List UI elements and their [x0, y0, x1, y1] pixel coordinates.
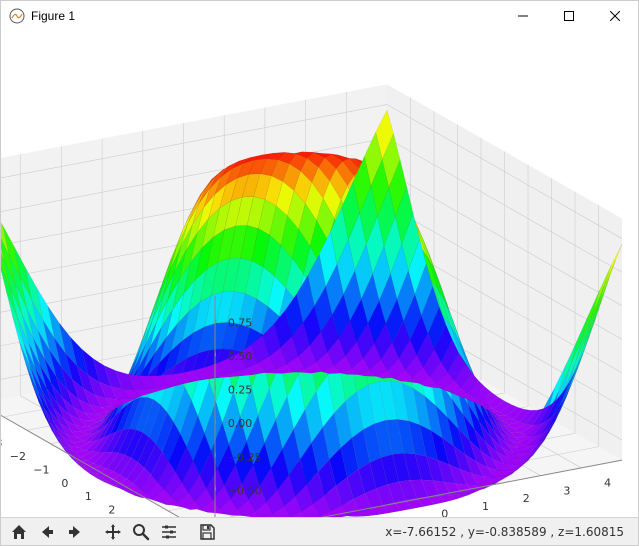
plot-canvas[interactable]: −4−3−2−101234−4−3−2−101234−0.75−0.50−0.2… — [1, 31, 638, 517]
zoom-button[interactable] — [128, 520, 154, 544]
minimize-button[interactable] — [500, 1, 546, 31]
svg-text:1: 1 — [482, 500, 489, 513]
svg-text:−2: −2 — [10, 450, 26, 463]
svg-text:0.75: 0.75 — [228, 317, 253, 330]
maximize-button[interactable] — [546, 1, 592, 31]
pan-button[interactable] — [100, 520, 126, 544]
back-button[interactable] — [34, 520, 60, 544]
home-button[interactable] — [6, 520, 32, 544]
window-controls — [500, 1, 638, 31]
svg-text:2: 2 — [108, 504, 115, 517]
svg-text:3: 3 — [563, 484, 570, 497]
close-button[interactable] — [592, 1, 638, 31]
svg-text:0: 0 — [61, 477, 68, 490]
window-titlebar: Figure 1 — [1, 1, 638, 31]
svg-text:2: 2 — [523, 492, 530, 505]
svg-text:4: 4 — [604, 477, 611, 490]
svg-text:1: 1 — [85, 490, 92, 503]
forward-button[interactable] — [62, 520, 88, 544]
app-icon — [9, 8, 25, 24]
svg-text:−3: −3 — [1, 436, 3, 449]
window-title: Figure 1 — [31, 9, 500, 23]
svg-text:−1: −1 — [33, 463, 49, 476]
save-button[interactable] — [194, 520, 220, 544]
configure-button[interactable] — [156, 520, 182, 544]
svg-text:−0.50: −0.50 — [228, 484, 262, 497]
svg-text:0.00: 0.00 — [228, 417, 253, 430]
svg-text:0.25: 0.25 — [228, 384, 253, 397]
svg-text:0.50: 0.50 — [228, 350, 253, 363]
svg-text:0: 0 — [441, 508, 448, 517]
status-coords: x=-7.66152 , y=-0.838589 , z=1.60815 — [385, 525, 634, 539]
svg-text:−1: −1 — [401, 515, 417, 517]
nav-toolbar: x=-7.66152 , y=-0.838589 , z=1.60815 — [1, 517, 638, 545]
svg-text:−0.25: −0.25 — [228, 451, 262, 464]
